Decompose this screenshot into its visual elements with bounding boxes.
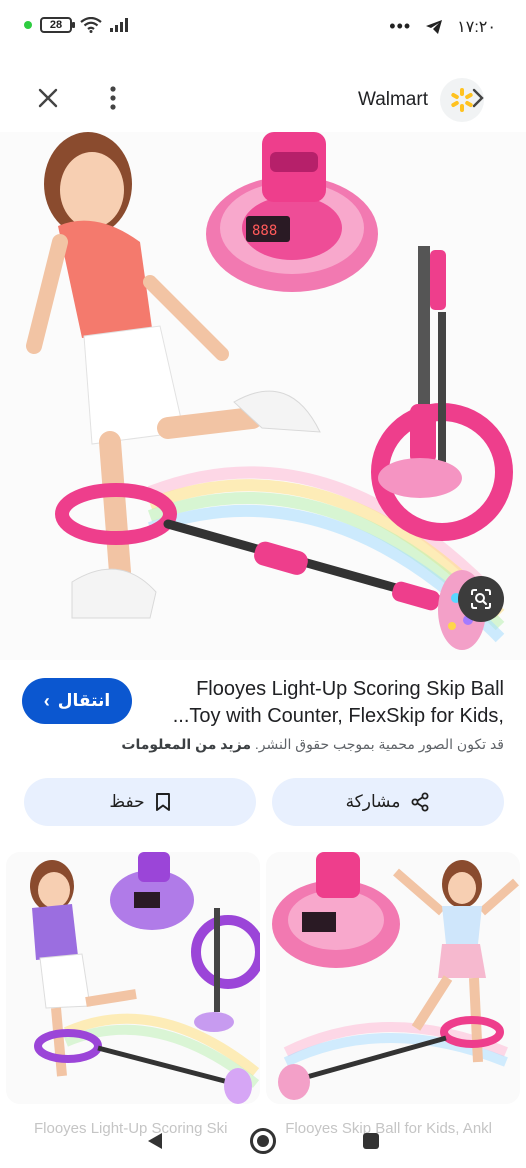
image-viewer-screen: 28 ••• ١٧:٢٠ Walmart 888 ‹ انتقال Flooye… (0, 0, 526, 1168)
lens-search-button[interactable] (458, 576, 504, 622)
chevron-left-icon: ‹ (43, 690, 50, 711)
close-icon (38, 88, 58, 108)
next-image-button[interactable] (458, 78, 498, 118)
more-notifications-icon: ••• (389, 16, 412, 36)
product-illustration: 888 (26, 132, 513, 650)
signal-icon (110, 18, 128, 32)
wifi-icon (80, 17, 102, 33)
related-image-pink-illustration (266, 852, 520, 1104)
bookmark-icon (155, 793, 170, 811)
source-name: Walmart (357, 89, 428, 110)
more-options-button[interactable] (93, 78, 133, 118)
main-product-image[interactable]: 888 (0, 132, 526, 660)
copyright-text: قد تكون الصور محمية بموجب حقوق النشر. (254, 736, 504, 752)
action-row: مشاركة حفظ (24, 778, 504, 826)
save-button[interactable]: حفظ (24, 778, 256, 826)
recents-nav-icon[interactable] (362, 1132, 380, 1150)
related-images (6, 852, 520, 1112)
share-icon (411, 792, 429, 812)
result-title-line2: ...Toy with Counter, FlexSkip for Kids, (172, 705, 504, 727)
recording-dot-icon (24, 21, 32, 29)
status-left: 28 (24, 17, 128, 33)
lens-icon (471, 589, 491, 609)
battery-icon: 28 (40, 17, 75, 33)
home-nav-icon (257, 1135, 269, 1147)
status-right: ••• ١٧:٢٠ (389, 16, 496, 37)
save-label: حفظ (109, 792, 145, 811)
back-nav-icon[interactable] (146, 1131, 164, 1151)
result-title-line1: Flooyes Light-Up Scoring Skip Ball (196, 678, 504, 700)
result-title[interactable]: Flooyes Light-Up Scoring Skip Ball ...To… (164, 676, 504, 730)
more-vert-icon (110, 86, 116, 110)
related-image-purple-illustration (6, 852, 260, 1104)
share-label: مشاركة (345, 792, 401, 811)
status-bar: 28 ••• ١٧:٢٠ (0, 0, 526, 52)
viewer-header: Walmart (0, 62, 526, 136)
chevron-right-icon (472, 88, 484, 108)
home-nav-button[interactable] (250, 1128, 276, 1154)
close-button[interactable] (28, 78, 68, 118)
visit-button[interactable]: ‹ انتقال (22, 678, 132, 724)
copyright-notice: قد تكون الصور محمية بموجب حقوق النشر. مز… (24, 736, 504, 753)
system-nav-bar (0, 1114, 526, 1168)
clock: ١٧:٢٠ (457, 18, 496, 36)
related-image-purple[interactable] (6, 852, 260, 1104)
learn-more-link[interactable]: مزيد من المعلومات (121, 736, 251, 752)
share-button[interactable]: مشاركة (272, 778, 504, 826)
visit-label: انتقال (57, 691, 111, 710)
related-image-pink[interactable] (266, 852, 520, 1104)
svg-text:888: 888 (252, 223, 277, 239)
telegram-icon (426, 19, 443, 34)
